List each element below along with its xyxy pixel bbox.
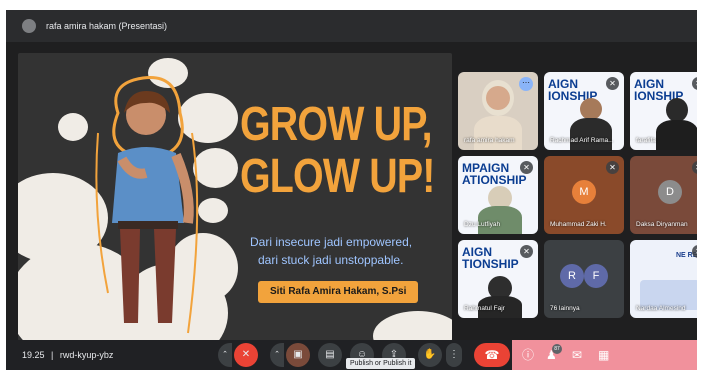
people-icon[interactable]: ♟ 87 [546,344,562,364]
cloud-shape [373,311,452,341]
more-options-button[interactable]: ⋮ [446,343,462,367]
participant-name: Nardaa Almesind [636,305,686,312]
participant-tile[interactable]: M ✕ Muhammad Zaki H. [544,156,624,234]
participant-tile[interactable]: ⋯ rafa amira hakam [458,72,538,150]
participant-video [656,120,697,150]
participant-video [474,116,522,150]
participant-video [478,206,522,234]
slide-subtitle-1: Dari insecure jadi empowered, [250,235,413,249]
participant-avatar: M [572,180,596,204]
slide-subtitle-2: dari stuck jadi unstoppable. [258,253,404,267]
meeting-info: 19.25 | rwd-kyup-ybz [22,350,113,360]
participant-name: Rachmad Arif Rama... [550,137,614,144]
cloud-shape [58,113,88,141]
participant-avatar: D [658,180,682,204]
info-icon[interactable]: ⓘ [522,346,534,364]
video-options-chevron-icon[interactable]: ⌃ [270,343,284,367]
speaker-label: Siti Rafa Amira Hakam, S.Psi [258,281,419,303]
participant-video [486,86,510,110]
mic-off-icon: ✕ [520,161,533,174]
clock-time: 19.25 [22,350,45,360]
more-options-icon[interactable]: ⋯ [519,77,533,91]
participant-tile[interactable]: D ✕ Daksa Diryanman [630,156,697,234]
participant-name: Muhammad Zaki H. [550,221,607,228]
participant-name: Dzu Lutfiyah [464,221,501,228]
control-bar: 19.25 | rwd-kyup-ybz ⌃ ✕ ⌃ ▣ ▤ ☺ ⇪ Publi… [6,340,697,370]
presentation-slide[interactable]: GROW UP, GLOW UP! Dari insecure jadi emp… [18,53,452,341]
audio-options-chevron-icon[interactable]: ⌃ [218,343,232,367]
mic-off-icon: ✕ [692,161,697,174]
participant-tile[interactable]: MPAIGN ATIONSHIP ✕ Dzu Lutfiyah [458,156,538,234]
meet-window: rafa amira hakam (Presentasi) GROW UP, G… [6,10,697,370]
participant-tile[interactable]: R F 76 lainnya [544,240,624,318]
side-actions-panel: ⓘ ♟ 87 ✉ ▦ [512,340,697,370]
headline-line-1: GROW UP, [240,98,433,151]
participant-tile[interactable]: AIGN IONSHIP ✕ farafifa [630,72,697,150]
participant-name: Daksa Diryanman [636,221,688,228]
participant-video [580,98,602,120]
character-illustration [95,75,199,334]
info-separator: | [51,350,54,360]
participant-avatar: R [560,264,584,288]
presenter-bar: rafa amira hakam (Presentasi) [6,10,697,42]
activities-icon[interactable]: ▦ [598,346,609,364]
tooltip: Publish or Publish it [346,358,416,369]
mic-off-icon: ✕ [520,245,533,258]
leave-call-button[interactable]: ☎ [474,343,510,367]
mic-off-icon: ✕ [606,77,619,90]
participant-avatar: F [584,264,608,288]
presenter-title: rafa amira hakam (Presentasi) [46,21,168,31]
camera-toggle-button[interactable]: ▣ [286,343,310,367]
mic-toggle-button[interactable]: ✕ [234,343,258,367]
presenter-avatar [22,19,36,33]
participants-count-badge: 87 [552,344,562,354]
participant-name: farafifa [636,137,656,144]
participant-name: rafa amira hakam [464,137,515,144]
participant-tile[interactable]: AIGN TIONSHIP ✕ Rahmatul Fajr [458,240,538,318]
participant-video [666,98,688,122]
captions-button[interactable]: ▤ [318,343,342,367]
participant-tile[interactable]: NE RELA ✕ Nardaa Almesind [630,240,697,318]
chat-icon[interactable]: ✉ [572,346,582,364]
mic-off-icon: ✕ [606,161,619,174]
slide-headline: GROW UP, GLOW UP! [240,99,450,203]
participant-video [570,118,612,150]
raise-hand-button[interactable]: ✋ [418,343,442,367]
participant-name: Rahmatul Fajr [464,305,505,312]
participant-name: 76 lainnya [550,305,580,312]
participant-tile[interactable]: AIGN IONSHIP ✕ Rachmad Arif Rama... [544,72,624,150]
meeting-code: rwd-kyup-ybz [59,350,114,360]
headline-line-2: GLOW UP! [240,150,435,203]
